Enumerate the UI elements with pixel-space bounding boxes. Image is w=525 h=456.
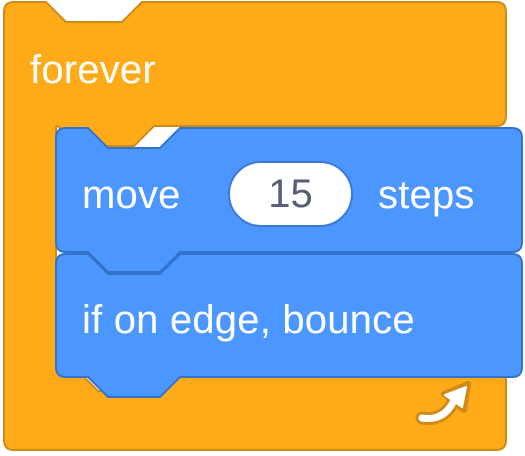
move-label: move [82,173,181,217]
bounce-label: if on edge, bounce [82,298,415,342]
steps-input[interactable]: 15 [228,161,353,227]
forever-label: forever [30,48,156,92]
steps-label: steps [378,173,475,217]
repeat-arrow-icon [415,381,471,426]
